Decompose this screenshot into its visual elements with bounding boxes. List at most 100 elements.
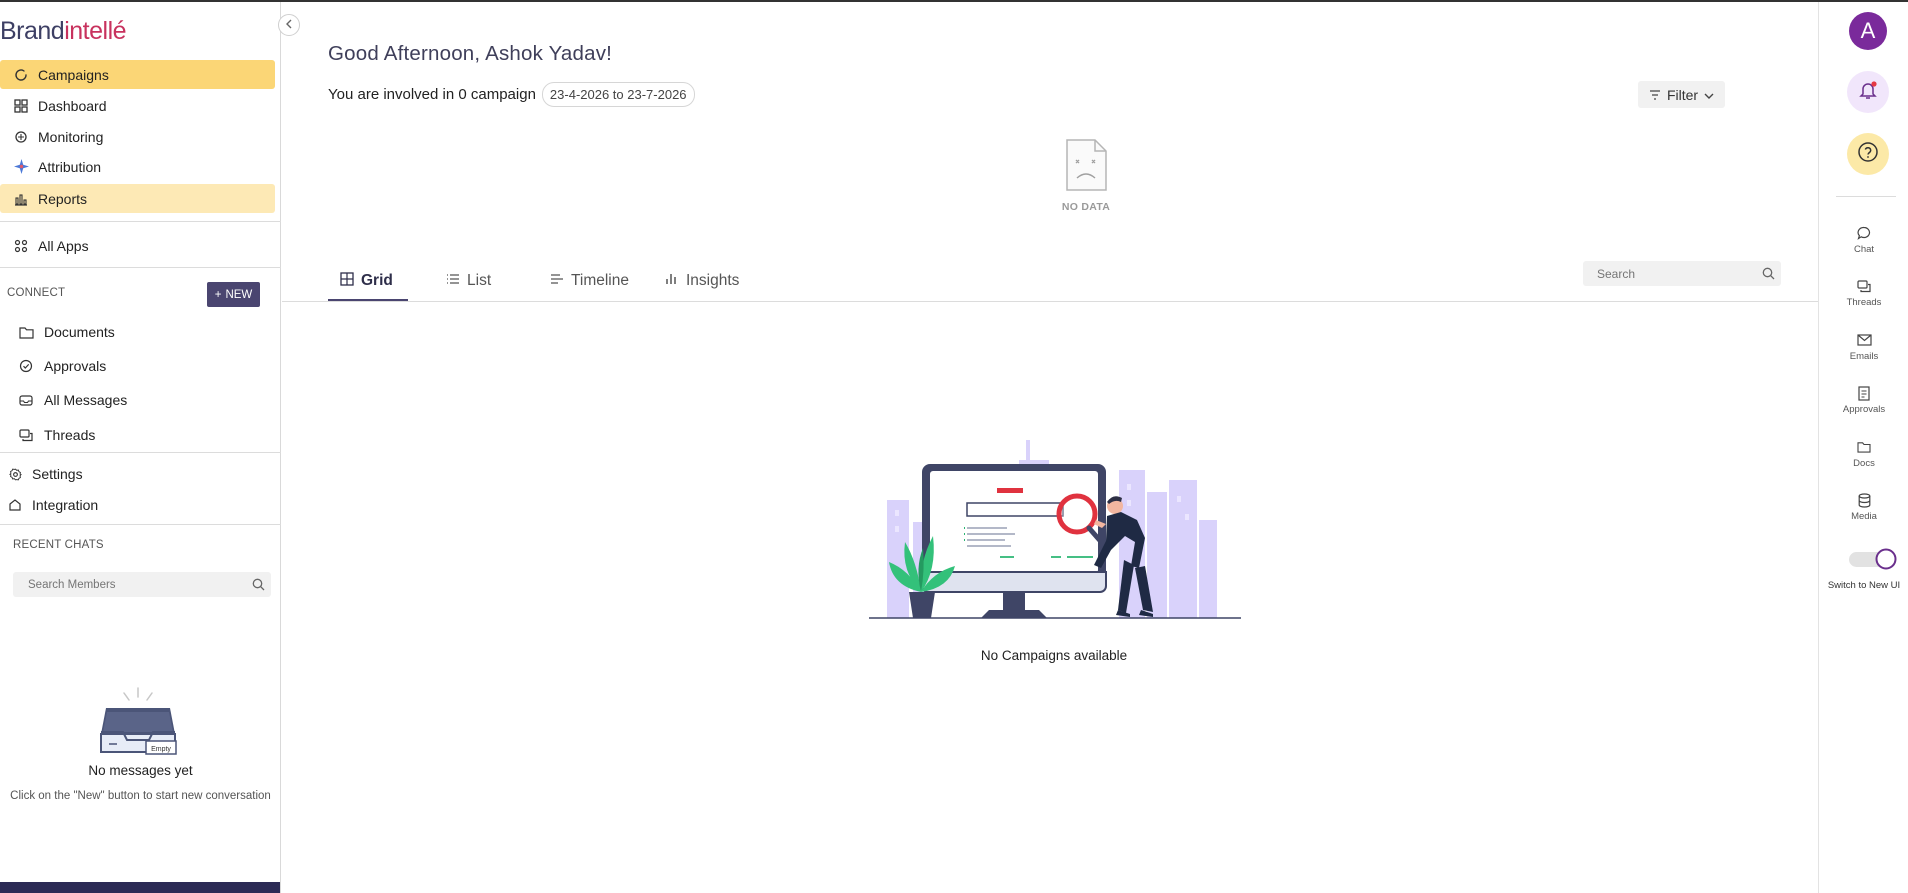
threads-icon — [16, 428, 36, 442]
bell-icon — [1857, 79, 1879, 106]
rail-item-label: Chat — [1853, 244, 1875, 255]
rail-item-media[interactable]: Media — [1819, 491, 1908, 522]
sad-document-icon — [1064, 139, 1108, 196]
database-icon — [1819, 491, 1908, 509]
rail-item-label: Threads — [1846, 297, 1882, 308]
sidebar-item-label: Campaigns — [38, 66, 109, 83]
filter-label: Filter — [1666, 86, 1699, 103]
sidebar-divider — [0, 267, 281, 268]
rail-item-chat[interactable]: Chat — [1819, 224, 1908, 255]
timeline-icon — [550, 272, 564, 290]
check-circle-icon — [16, 359, 36, 373]
new-conversation-button[interactable]: + NEW — [207, 282, 260, 307]
sidebar-item-documents[interactable]: Documents — [0, 318, 275, 346]
chevron-left-icon — [285, 16, 293, 34]
notifications-button[interactable] — [1847, 71, 1889, 113]
sidebar-item-threads[interactable]: Threads — [0, 421, 275, 449]
folder-icon — [16, 326, 36, 339]
campaign-summary: You are involved in 0 campaign 23-4-2026… — [328, 82, 695, 107]
sidebar-item-settings[interactable]: Settings — [0, 460, 275, 488]
rail-item-label: Docs — [1853, 458, 1875, 469]
folder-icon — [1819, 438, 1908, 456]
search-input[interactable] — [1583, 261, 1755, 286]
sidebar-item-integration[interactable]: Integration — [0, 491, 275, 519]
greeting-title: Good Afternoon, Ashok Yadav! — [328, 42, 613, 65]
sidebar-item-campaigns[interactable]: Campaigns — [0, 60, 275, 89]
brand-logo-part2: intellé — [64, 17, 127, 45]
no-campaigns-illustration — [869, 440, 1241, 627]
rail-divider — [1836, 196, 1896, 197]
sidebar-item-dashboard[interactable]: Dashboard — [0, 91, 275, 120]
apps-grid-icon — [10, 239, 32, 253]
left-sidebar: Brandintellé Campaigns Dashboard Monitor… — [0, 2, 281, 893]
sidebar-item-all-apps[interactable]: All Apps — [0, 231, 275, 260]
sidebar-item-all-messages[interactable]: All Messages — [0, 386, 275, 414]
sidebar-item-reports[interactable]: Reports — [0, 184, 275, 213]
rail-item-label: Media — [1851, 511, 1877, 522]
grid-icon — [340, 271, 354, 291]
empty-chats-title: No messages yet — [88, 763, 193, 778]
filter-button[interactable]: Filter — [1638, 81, 1725, 108]
new-button-label: NEW — [225, 288, 253, 301]
member-search-input[interactable] — [13, 572, 245, 597]
sidebar-item-label: Settings — [32, 466, 83, 482]
new-ui-toggle-label: Switch to New UI — [1827, 580, 1901, 591]
rail-item-label: Approvals — [1842, 404, 1886, 415]
tab-timeline[interactable]: Timeline — [550, 261, 629, 301]
sidebar-item-label: Dashboard — [38, 97, 107, 114]
tab-list[interactable]: List — [446, 261, 491, 301]
campaign-count-text: You are involved in 0 campaign — [328, 86, 536, 103]
empty-inbox-illustration: Empty — [97, 686, 179, 763]
help-button[interactable] — [1847, 133, 1889, 175]
loader-icon — [10, 68, 32, 82]
list-icon — [446, 272, 460, 290]
tab-grid[interactable]: Grid — [328, 261, 408, 302]
sidebar-item-label: Attribution — [38, 158, 102, 175]
collapse-sidebar-button[interactable] — [278, 14, 300, 36]
sidebar-item-attribution[interactable]: Attribution — [0, 152, 275, 181]
dashboard-icon — [10, 98, 32, 113]
sidebar-item-label: Documents — [44, 324, 115, 340]
sidebar-item-label: Threads — [44, 427, 96, 443]
new-ui-toggle[interactable] — [1848, 548, 1897, 570]
tabs-divider — [282, 301, 1818, 302]
main-content: Good Afternoon, Ashok Yadav! You are inv… — [282, 2, 1818, 893]
chevron-down-icon — [1704, 87, 1714, 103]
sidebar-item-label: All Messages — [44, 392, 128, 408]
avatar[interactable]: A — [1849, 12, 1887, 50]
inbox-icon — [16, 394, 36, 407]
sidebar-item-label: All Apps — [38, 237, 89, 254]
sidebar-divider — [0, 524, 281, 525]
chat-bubble-icon — [1819, 224, 1908, 242]
empty-chats-subtitle: Click on the "New" button to start new c… — [10, 790, 271, 802]
sidebar-item-label: Monitoring — [38, 128, 104, 145]
bar-chart-icon — [665, 272, 679, 290]
threads-icon — [1819, 277, 1908, 295]
rail-item-docs[interactable]: Docs — [1819, 438, 1908, 469]
sidebar-item-label: Integration — [32, 497, 99, 513]
search-icon[interactable] — [245, 578, 271, 591]
tab-label: Timeline — [571, 272, 629, 289]
monitoring-icon — [10, 130, 32, 144]
sparkle-icon — [10, 159, 32, 174]
sidebar-footer-bar — [0, 882, 280, 893]
recent-chats-title: RECENT CHATS — [13, 539, 104, 551]
rail-item-emails[interactable]: Emails — [1819, 331, 1908, 362]
mail-icon — [1819, 331, 1908, 349]
date-range-chip[interactable]: 23-4-2026 to 23-7-2026 — [541, 82, 695, 107]
brand-logo-part1: Brand — [0, 17, 65, 45]
sidebar-divider — [0, 452, 281, 453]
no-data-indicator: NO DATA — [1050, 138, 1122, 213]
rail-item-threads[interactable]: Threads — [1819, 277, 1908, 308]
campaign-search — [1583, 261, 1781, 286]
brand-logo[interactable]: Brandintellé — [0, 16, 127, 46]
sidebar-item-monitoring[interactable]: Monitoring — [0, 122, 275, 151]
sidebar-item-approvals[interactable]: Approvals — [0, 352, 275, 380]
filter-lines-icon — [1649, 87, 1661, 103]
tab-insights[interactable]: Insights — [665, 261, 739, 301]
plus-icon: + — [214, 288, 222, 301]
empty-badge-text: Empty — [151, 746, 171, 753]
sidebar-item-label: Reports — [38, 190, 88, 207]
search-icon[interactable] — [1755, 267, 1781, 280]
rail-item-approvals[interactable]: Approvals — [1819, 384, 1908, 415]
